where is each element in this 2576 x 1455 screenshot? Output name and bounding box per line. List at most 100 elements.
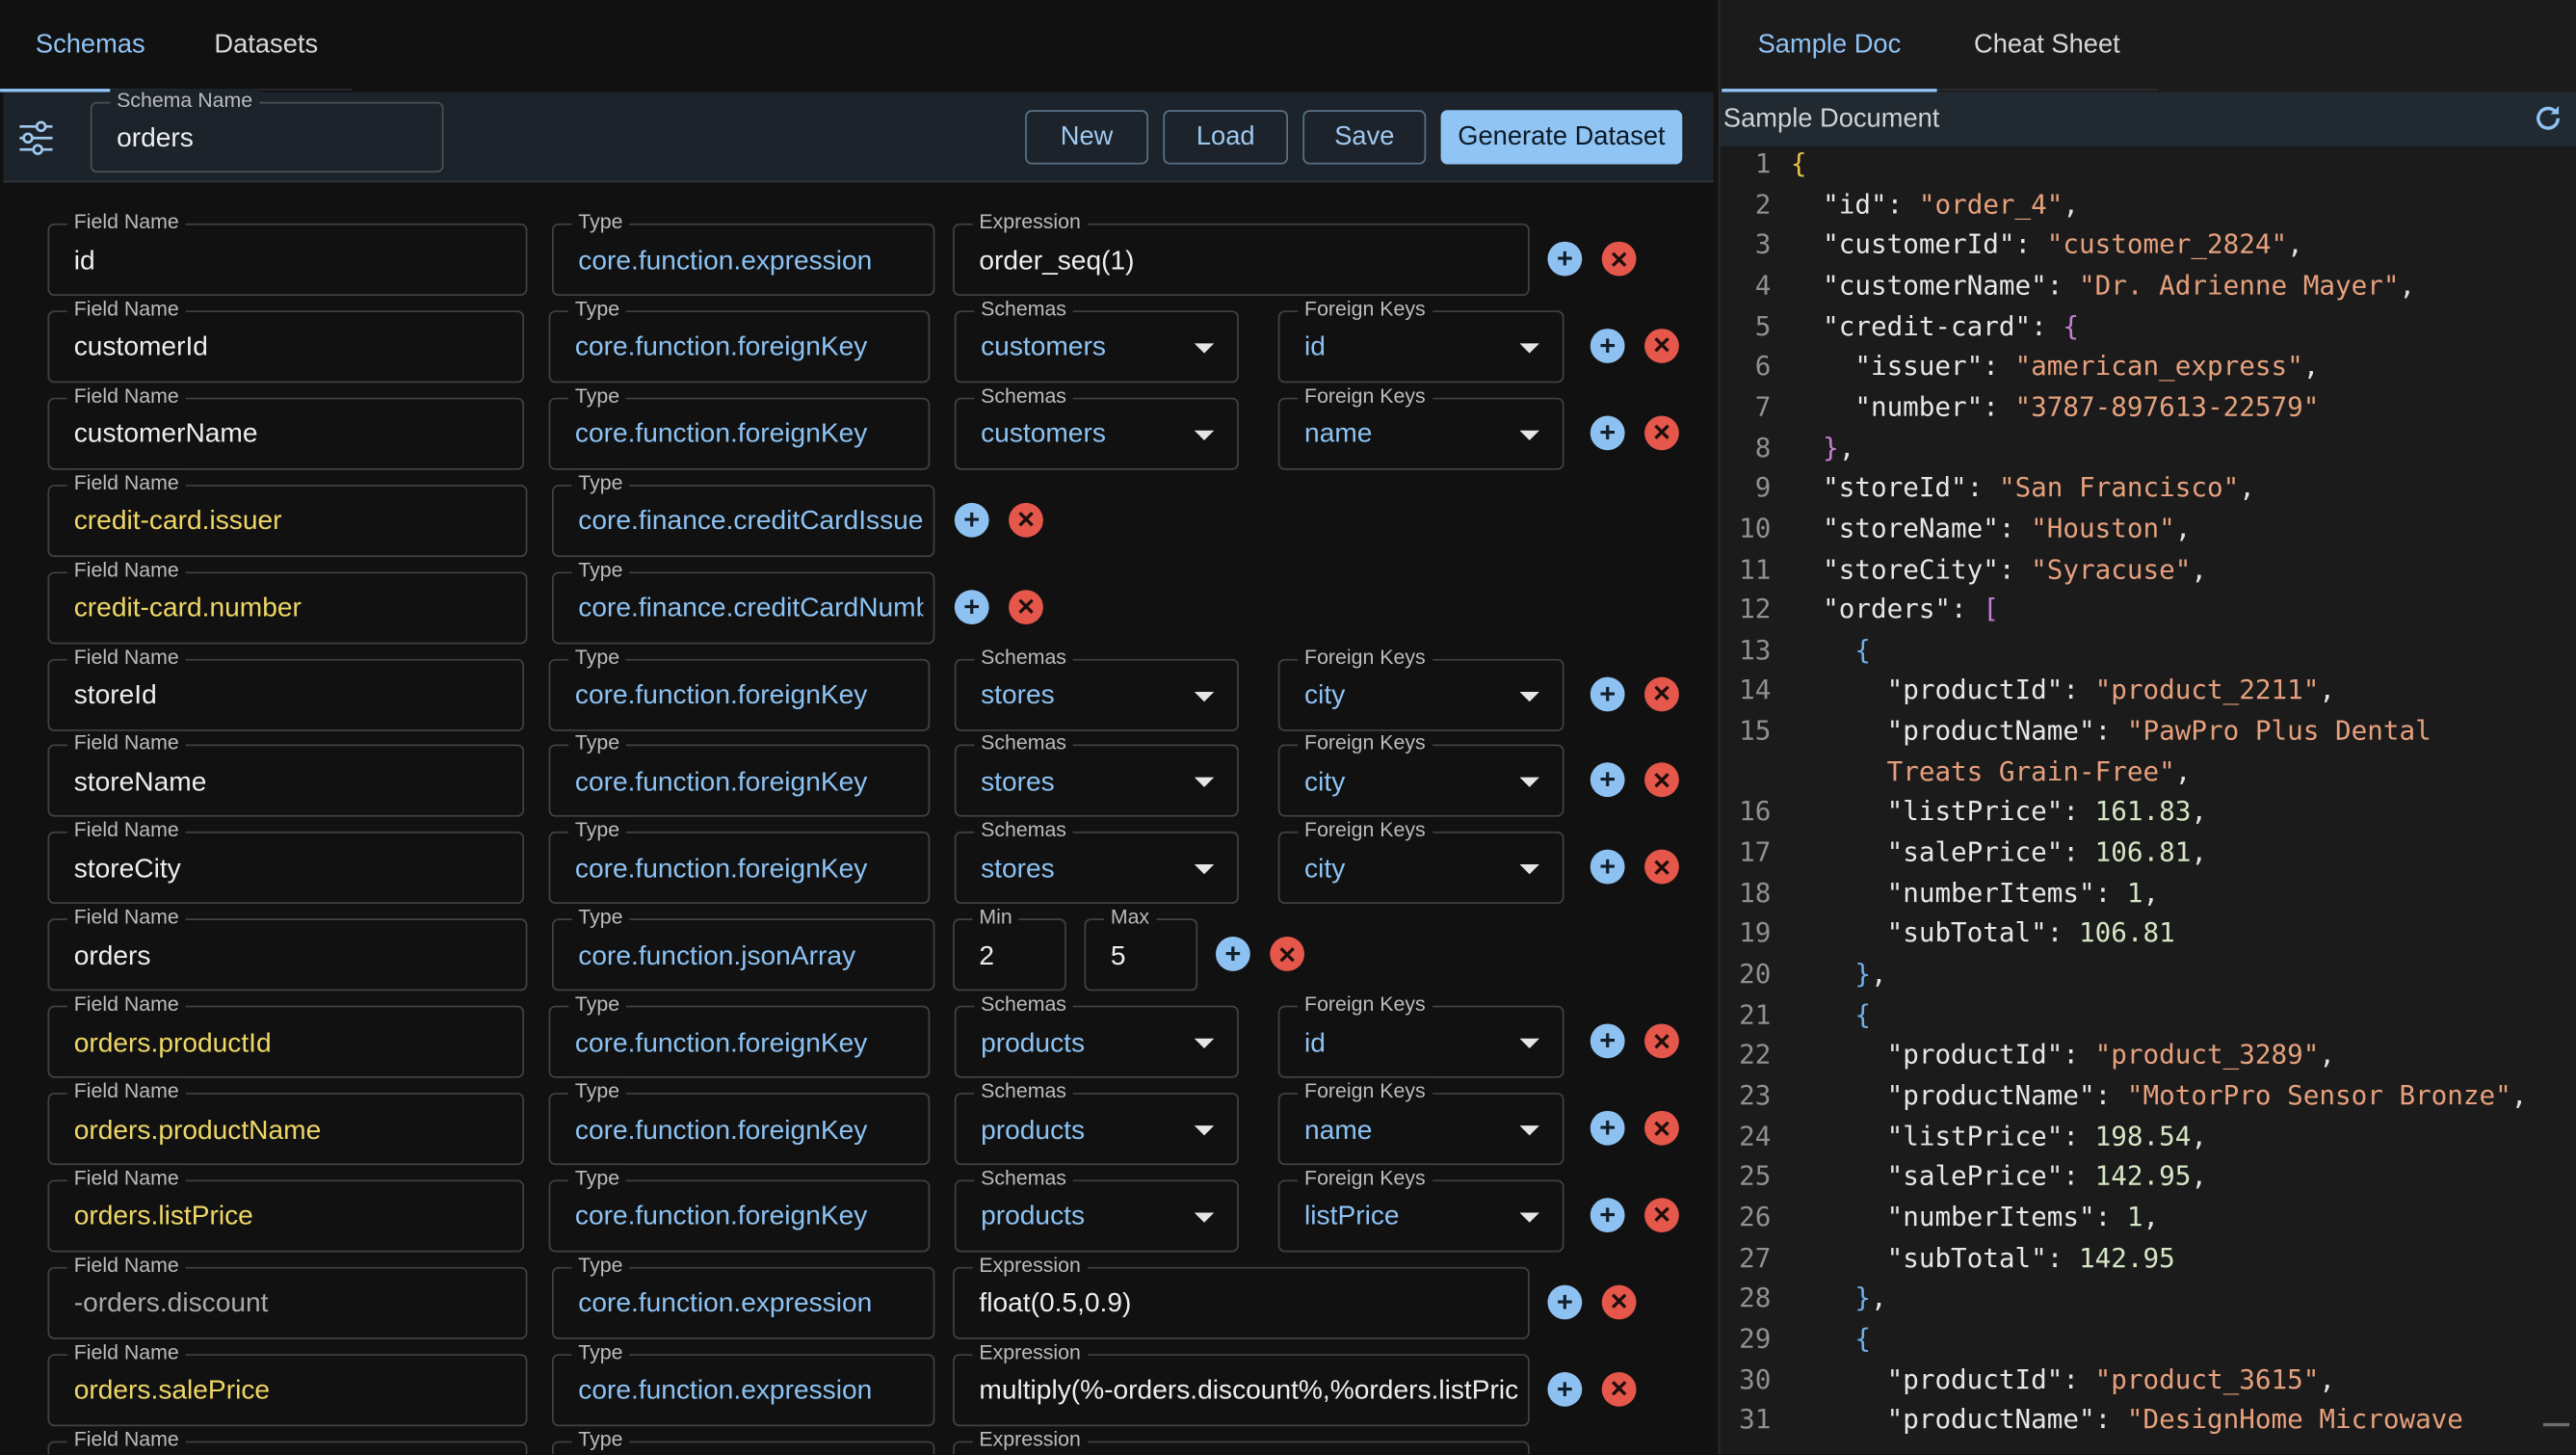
field-name-input[interactable]: Field Name orders xyxy=(47,905,528,992)
add-circle-icon[interactable]: + xyxy=(1547,1371,1583,1407)
expression-input[interactable]: Expression order_seq(1) xyxy=(953,210,1530,296)
delete-circle-icon[interactable]: ✕ xyxy=(1009,589,1043,624)
delete-circle-icon[interactable]: ✕ xyxy=(1009,502,1043,538)
delete-circle-icon[interactable]: ✕ xyxy=(1270,937,1305,972)
delete-circle-icon[interactable]: ✕ xyxy=(1601,241,1637,277)
delete-circle-icon[interactable]: ✕ xyxy=(1601,1371,1637,1407)
field-type-input[interactable]: Type core.function.foreignKey xyxy=(548,992,931,1078)
delete-circle-icon[interactable]: ✕ xyxy=(1644,415,1679,450)
delete-circle-icon[interactable]: ✕ xyxy=(1644,1023,1679,1059)
load-button[interactable]: Load xyxy=(1163,110,1289,165)
schema-select[interactable]: Schemas customers xyxy=(954,297,1239,384)
add-circle-icon[interactable]: + xyxy=(1590,850,1625,885)
delete-circle-icon[interactable]: ✕ xyxy=(1601,1284,1637,1320)
field-name-input[interactable]: Field Name customerId xyxy=(47,297,525,384)
add-circle-icon[interactable]: + xyxy=(1590,415,1625,450)
expression-input[interactable]: Expression multiply(%-orders.discount%,%o… xyxy=(953,1340,1530,1426)
field-type-input[interactable]: Type core.finance.creditCardIssuer xyxy=(552,470,935,557)
field-name-input[interactable]: Field Name storeCity xyxy=(47,818,525,905)
field-name-input[interactable]: Field Name storeId xyxy=(47,645,525,731)
generate-dataset-button[interactable]: Generate Dataset xyxy=(1440,110,1683,165)
field-name-input[interactable]: Field Name orders.productName xyxy=(47,1079,525,1166)
add-circle-icon[interactable]: + xyxy=(1590,1023,1625,1059)
field-type-input[interactable]: Type core.function.foreignKey xyxy=(548,384,931,470)
tab-schemas[interactable]: Schemas xyxy=(0,0,181,93)
schema-select[interactable]: Schemas products xyxy=(954,1166,1239,1253)
add-circle-icon[interactable]: + xyxy=(954,589,989,624)
field-name-input[interactable]: Field Name credit-card.number xyxy=(47,558,528,644)
foreign-key-select[interactable]: Foreign Keys city xyxy=(1277,645,1564,731)
field-type-input-value: core.function.expression xyxy=(578,245,873,276)
code-text: "productId": "product_2211", xyxy=(1886,674,2335,706)
resize-handle[interactable] xyxy=(2542,1422,2570,1427)
delete-circle-icon[interactable]: ✕ xyxy=(1644,1110,1679,1146)
schema-select[interactable]: Schemas stores xyxy=(954,818,1239,905)
tab-datasets[interactable]: Datasets xyxy=(181,0,352,91)
field-type-input[interactable]: Type core.function.foreignKey xyxy=(548,731,931,818)
field-type-input[interactable]: Type core.function.expression xyxy=(552,1340,935,1426)
tab-sample-doc[interactable]: Sample Doc xyxy=(1722,0,1937,93)
save-button[interactable]: Save xyxy=(1302,110,1427,165)
min-input[interactable]: Min 2 xyxy=(953,905,1066,992)
min-input-value: 2 xyxy=(979,940,995,971)
expression-input[interactable]: Expression xyxy=(953,1427,1530,1455)
schema-select-value: customers xyxy=(981,419,1106,450)
schema-name-field[interactable]: Schema Name orders xyxy=(90,89,444,173)
add-circle-icon[interactable]: + xyxy=(1590,1198,1625,1232)
field-type-input[interactable]: Type core.function.foreignKey xyxy=(548,1166,931,1253)
add-circle-icon[interactable]: + xyxy=(1590,675,1625,711)
field-type-input[interactable]: Type core.function.expression xyxy=(552,1253,935,1339)
add-circle-icon[interactable]: + xyxy=(1215,937,1250,972)
field-type-input[interactable]: Type core.function.foreignKey xyxy=(548,297,931,384)
add-circle-icon[interactable]: + xyxy=(1590,1110,1625,1146)
tune-sliders-icon[interactable] xyxy=(16,119,56,156)
field-name-input[interactable]: Field Name orders.listPrice xyxy=(47,1166,525,1253)
schema-select[interactable]: Schemas customers xyxy=(954,384,1239,470)
schema-select[interactable]: Schemas stores xyxy=(954,645,1239,731)
schema-select[interactable]: Schemas stores xyxy=(954,731,1239,818)
field-name-input[interactable]: Field Name storeName xyxy=(47,731,525,818)
line-number: 17 xyxy=(1739,836,1772,868)
add-circle-icon[interactable]: + xyxy=(1590,328,1625,363)
new-button[interactable]: New xyxy=(1025,110,1149,165)
schema-select[interactable]: Schemas products xyxy=(954,992,1239,1078)
delete-circle-icon[interactable]: ✕ xyxy=(1644,1198,1679,1232)
refresh-icon[interactable] xyxy=(2532,102,2564,135)
delete-circle-icon[interactable]: ✕ xyxy=(1644,850,1679,885)
foreign-key-select[interactable]: Foreign Keys id xyxy=(1277,297,1564,384)
foreign-key-select[interactable]: Foreign Keys id xyxy=(1277,992,1564,1078)
add-circle-icon[interactable]: + xyxy=(1547,241,1583,277)
schema-select[interactable]: Schemas products xyxy=(954,1079,1239,1166)
max-input[interactable]: Max 5 xyxy=(1084,905,1198,992)
foreign-key-select[interactable]: Foreign Keys name xyxy=(1277,1079,1564,1166)
tab-cheat-sheet[interactable]: Cheat Sheet xyxy=(1937,0,2158,91)
field-name-input[interactable]: Field Name orders.salePrice xyxy=(47,1340,528,1426)
line-number: 8 xyxy=(1754,431,1772,463)
delete-circle-icon[interactable]: ✕ xyxy=(1644,328,1679,363)
field-type-input[interactable]: Type xyxy=(552,1427,935,1455)
field-name-input[interactable]: Field Name xyxy=(47,1427,528,1455)
add-circle-icon[interactable]: + xyxy=(1547,1284,1583,1320)
field-type-input[interactable]: Type core.finance.creditCardNumber xyxy=(552,558,935,644)
field-name-input[interactable]: Field Name orders.productId xyxy=(47,992,525,1078)
field-name-input[interactable]: Field Name -orders.discount xyxy=(47,1253,528,1339)
field-type-input[interactable]: Type core.function.expression xyxy=(552,210,935,296)
foreign-key-select[interactable]: Foreign Keys city xyxy=(1277,731,1564,818)
delete-circle-icon[interactable]: ✕ xyxy=(1644,762,1679,798)
expression-input[interactable]: Expression float(0.5,0.9) xyxy=(953,1253,1530,1339)
delete-circle-icon[interactable]: ✕ xyxy=(1644,675,1679,711)
field-name-input[interactable]: Field Name credit-card.issuer xyxy=(47,470,528,557)
field-name-input[interactable]: Field Name customerName xyxy=(47,384,525,470)
foreign-key-select[interactable]: Foreign Keys city xyxy=(1277,818,1564,905)
add-circle-icon[interactable]: + xyxy=(1590,762,1625,798)
add-circle-icon[interactable]: + xyxy=(954,502,989,538)
field-name-input[interactable]: Field Name id xyxy=(47,210,528,296)
field-type-input[interactable]: Type core.function.jsonArray xyxy=(552,905,935,992)
code-text: { xyxy=(1854,998,1871,1030)
foreign-key-select[interactable]: Foreign Keys name xyxy=(1277,384,1564,470)
field-type-input[interactable]: Type core.function.foreignKey xyxy=(548,818,931,905)
field-type-input[interactable]: Type core.function.foreignKey xyxy=(548,1079,931,1166)
sample-json-code[interactable]: 1 {2 "id": "order_4", 3 "customerId": "cus… xyxy=(1721,146,2576,1454)
foreign-key-select[interactable]: Foreign Keys listPrice xyxy=(1277,1166,1564,1253)
field-type-input[interactable]: Type core.function.foreignKey xyxy=(548,645,931,731)
